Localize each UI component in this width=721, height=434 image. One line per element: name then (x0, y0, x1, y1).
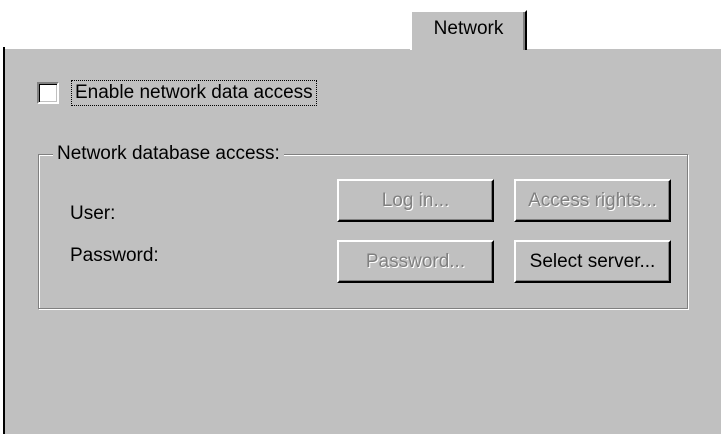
network-database-access-title: Network database access: (53, 143, 284, 165)
tab-network-label: Network (433, 18, 504, 39)
password-button[interactable]: Password... (337, 240, 494, 283)
tab-strip-background (0, 0, 721, 48)
enable-network-access-checkbox[interactable] (37, 82, 59, 104)
tab-network[interactable]: Network (410, 10, 527, 50)
password-label: Password: (70, 245, 159, 266)
enable-network-access-label[interactable]: Enable network data access (71, 80, 317, 106)
log-in-button[interactable]: Log in... (337, 179, 494, 222)
user-label: User: (70, 203, 116, 224)
network-database-access-group (38, 154, 688, 309)
access-rights-button[interactable]: Access rights... (514, 179, 671, 222)
panel-left-border (0, 47, 5, 434)
select-server-button[interactable]: Select server... (514, 240, 671, 283)
enable-network-access-row[interactable]: Enable network data access (37, 80, 317, 106)
